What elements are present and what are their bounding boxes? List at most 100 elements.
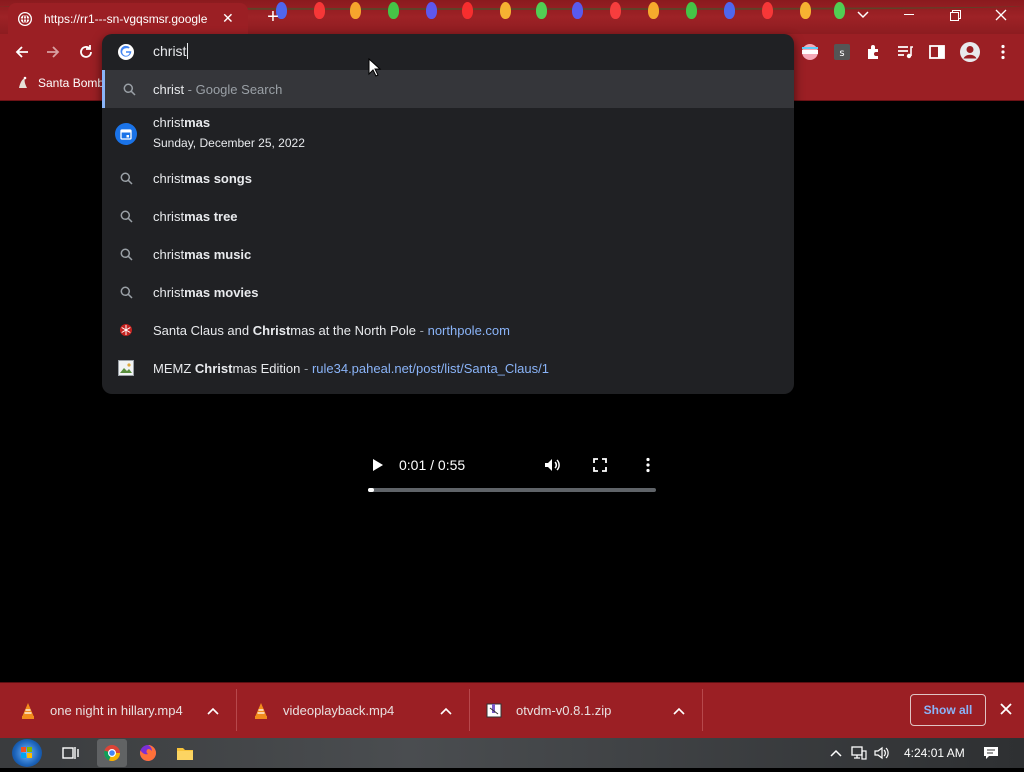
- omnibox-dropdown: christ christ - Google Search christmas …: [102, 34, 794, 394]
- suggestion-calendar[interactable]: christmas Sunday, December 25, 2022: [102, 110, 794, 158]
- menu-kebab-icon[interactable]: [994, 43, 1012, 61]
- suggestion-text: mas at the North Pole: [290, 322, 417, 338]
- taskbar-clock[interactable]: 4:24:01 AM: [904, 746, 965, 760]
- file-explorer-icon[interactable]: [174, 742, 196, 764]
- suggestion-christmas-movies[interactable]: christmas movies: [102, 273, 794, 311]
- profile-flag-icon[interactable]: [801, 43, 819, 61]
- reload-button[interactable]: [75, 41, 97, 63]
- image-favicon-icon: [118, 360, 134, 376]
- suggestion-christmas-tree[interactable]: christmas tree: [102, 197, 794, 235]
- media-control-icon[interactable]: [896, 43, 914, 61]
- active-tab[interactable]: https://rr1---sn-vgqsmsr.google ✕: [8, 3, 248, 34]
- new-tab-button[interactable]: +: [262, 6, 284, 28]
- video-progress-fill: [368, 488, 374, 492]
- divider: [702, 689, 703, 731]
- suggestion-google-search[interactable]: christ - Google Search: [102, 70, 794, 108]
- tab-title: https://rr1---sn-vgqsmsr.google: [44, 11, 208, 26]
- suggestion-text: MEMZ: [153, 360, 195, 376]
- profile-avatar-icon[interactable]: [959, 41, 981, 63]
- video-progress-bar[interactable]: [368, 488, 656, 492]
- santa-favicon-icon: [19, 76, 27, 88]
- windows-logo-icon: [21, 747, 32, 758]
- download-item[interactable]: videoplayback.mp4: [253, 683, 465, 738]
- search-icon: [121, 81, 137, 97]
- divider: [469, 689, 470, 731]
- video-time: 0:01 / 0:55: [399, 457, 466, 473]
- tab-close-icon[interactable]: ✕: [222, 10, 234, 27]
- side-panel-icon[interactable]: [928, 43, 946, 61]
- back-button[interactable]: [11, 41, 33, 63]
- search-icon: [118, 208, 134, 224]
- suggestion-christmas-songs[interactable]: christmas songs: [102, 159, 794, 197]
- reload-icon: [80, 45, 92, 58]
- windows-taskbar: 4:24:01 AM: [0, 738, 1024, 768]
- bookmark-santa-bomb[interactable]: Santa Bomb: [16, 76, 104, 90]
- show-all-button[interactable]: Show all: [910, 694, 986, 726]
- vlc-icon: [255, 702, 267, 719]
- omnibox-input[interactable]: christ: [153, 43, 189, 59]
- chevron-up-icon[interactable]: [439, 704, 453, 718]
- firefox-taskbar-icon[interactable]: [137, 742, 159, 764]
- divider: [236, 689, 237, 731]
- start-button[interactable]: [12, 739, 42, 767]
- suggestion-typed: christ: [153, 284, 185, 300]
- volume-icon[interactable]: [543, 456, 561, 474]
- decor-light: [388, 2, 399, 19]
- suggestion-typed: christ: [153, 170, 185, 186]
- decor-light: [648, 2, 659, 19]
- download-shelf: one night in hillary.mp4 videoplayback.m…: [0, 682, 1024, 738]
- minimize-button[interactable]: [886, 0, 932, 30]
- task-view-icon[interactable]: [60, 742, 82, 764]
- suggestion-text: Santa Claus and: [153, 322, 253, 338]
- suggestion-typed: christ: [153, 115, 185, 130]
- suggestion-northpole[interactable]: Santa Claus and Christmas at the North P…: [102, 311, 794, 349]
- tray-chevron-up-icon[interactable]: [828, 745, 844, 761]
- suggestion-completion: mas movies: [184, 284, 259, 300]
- download-filename: one night in hillary.mp4: [50, 703, 183, 718]
- more-options-icon[interactable]: [639, 456, 657, 474]
- network-icon[interactable]: [851, 745, 867, 761]
- chevron-up-icon[interactable]: [206, 704, 220, 718]
- volume-tray-icon[interactable]: [874, 745, 890, 761]
- suggestion-completion: mas music: [184, 246, 252, 262]
- decor-light: [686, 2, 697, 19]
- suggestion-completion: mas tree: [184, 208, 238, 224]
- suggestion-url: rule34.paheal.net/post/list/Santa_Claus/…: [311, 360, 549, 376]
- fullscreen-icon[interactable]: [591, 456, 609, 474]
- close-window-button[interactable]: [978, 0, 1024, 30]
- video-controls: 0:01 / 0:55: [368, 450, 656, 494]
- decor-light: [426, 2, 437, 19]
- suggestion-text: mas Edition: [232, 360, 301, 376]
- decor-light: [724, 2, 735, 19]
- suggestion-separator: -: [300, 360, 312, 376]
- omnibox-input-row[interactable]: christ: [102, 34, 794, 70]
- extension-s-icon[interactable]: s: [833, 43, 851, 61]
- extensions-puzzle-icon[interactable]: [865, 43, 883, 61]
- forward-button[interactable]: [42, 41, 64, 63]
- search-icon: [118, 170, 134, 186]
- suggestion-typed: christ: [153, 208, 185, 224]
- suggestion-christmas-music[interactable]: christmas music: [102, 235, 794, 273]
- decor-light: [462, 2, 473, 19]
- download-item[interactable]: otvdm-v0.8.1.zip: [486, 683, 698, 738]
- svg-text:s: s: [839, 48, 844, 59]
- decor-light: [536, 2, 547, 19]
- bookmark-label: Santa Bomb: [38, 76, 105, 90]
- suggestion-url: northpole.com: [427, 322, 510, 338]
- decor-light: [800, 2, 811, 19]
- chevron-up-icon[interactable]: [672, 704, 686, 718]
- vlc-icon: [22, 702, 34, 719]
- search-icon: [118, 284, 134, 300]
- tab-search-chevron-icon[interactable]: [840, 0, 886, 30]
- forward-arrow-icon: [47, 46, 60, 58]
- close-shelf-icon[interactable]: [996, 701, 1016, 721]
- restore-button[interactable]: [932, 0, 978, 30]
- download-item[interactable]: one night in hillary.mp4: [20, 683, 232, 738]
- suggestion-memz[interactable]: MEMZ Christmas Edition - rule34.paheal.n…: [102, 349, 794, 387]
- notifications-icon[interactable]: [983, 745, 999, 761]
- calendar-icon: [115, 123, 137, 145]
- suggestion-subtitle: Sunday, December 25, 2022: [153, 136, 305, 150]
- suggestion-note: - Google Search: [184, 81, 283, 97]
- chrome-taskbar-icon[interactable]: [97, 739, 127, 767]
- play-icon[interactable]: [368, 456, 386, 474]
